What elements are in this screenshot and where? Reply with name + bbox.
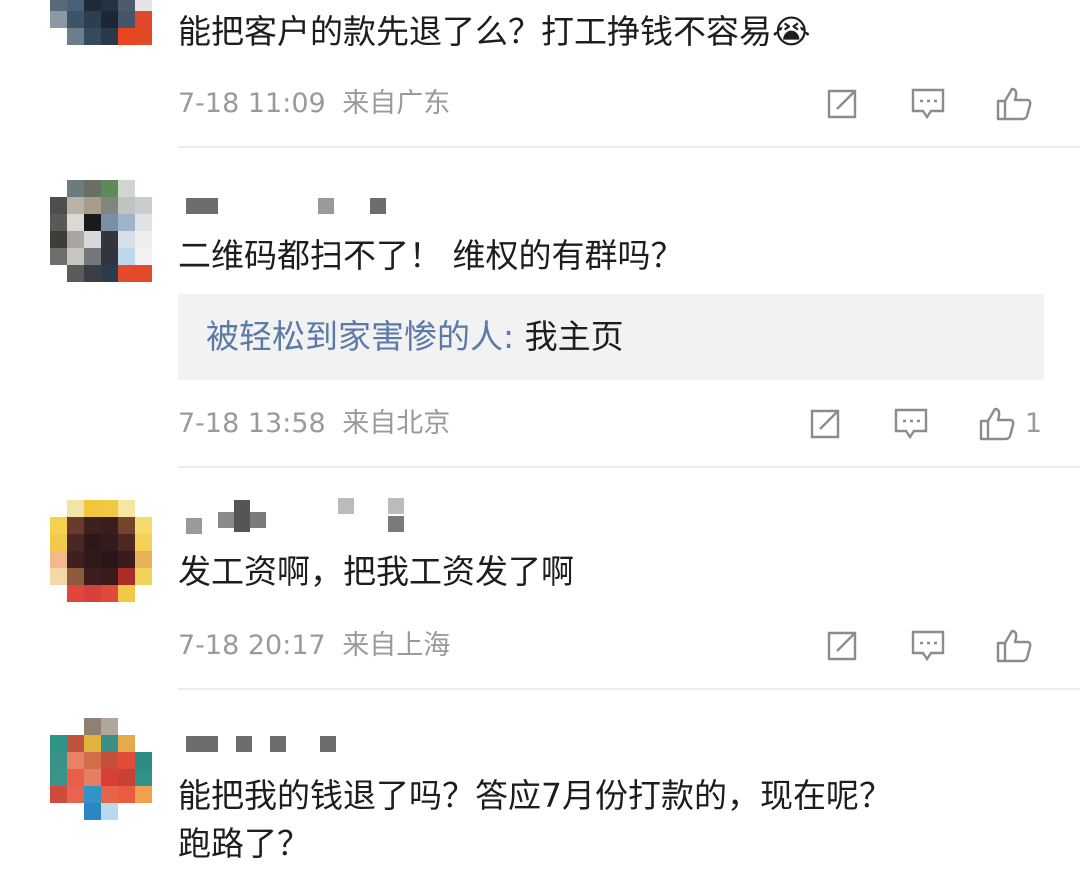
comment-location: 来自上海 — [342, 630, 451, 661]
avatar[interactable] — [50, 500, 152, 602]
reply-separator: : — [503, 317, 525, 356]
comment-time: 7-18 11:09 — [178, 88, 326, 119]
like-button[interactable] — [994, 84, 1042, 124]
comment-meta: 7-18 13:58 来自北京 — [178, 404, 450, 444]
comment-actions: 1 — [759, 404, 1042, 444]
reply-text: 我主页 — [524, 317, 624, 356]
reply-box[interactable]: 被轻松到家害惨的人: 我主页 — [178, 294, 1044, 380]
thumbs-up-icon[interactable] — [994, 84, 1034, 124]
comment-location: 来自北京 — [342, 408, 451, 439]
reply-author-link[interactable]: 被轻松到家害惨的人 — [206, 317, 503, 356]
comment-actions — [776, 626, 1042, 666]
thumbs-up-icon[interactable] — [977, 404, 1017, 444]
comment-text: 能把客户的款先退了么？打工挣钱不容易😭 — [178, 12, 811, 51]
comment-time: 7-18 13:58 — [178, 408, 326, 439]
comment-time: 7-18 20:17 — [178, 630, 326, 661]
comment-actions — [776, 84, 1042, 124]
repost-icon[interactable] — [822, 626, 862, 666]
avatar[interactable] — [50, 180, 152, 282]
comment-text: 二维码都扫不了！ 维权的有群吗？ — [178, 236, 684, 275]
comment-icon[interactable] — [891, 404, 931, 444]
comment-location: 来自广东 — [342, 88, 451, 119]
divider — [178, 466, 1080, 468]
like-button[interactable]: 1 — [977, 404, 1042, 444]
comment-meta: 7-18 11:09 来自广东 — [178, 84, 450, 124]
comment-text: 发工资啊，把我工资发了啊 — [178, 552, 574, 591]
repost-icon[interactable] — [822, 84, 862, 124]
avatar[interactable] — [50, 718, 152, 820]
comment-icon[interactable] — [908, 84, 948, 124]
repost-icon[interactable] — [805, 404, 845, 444]
thumbs-up-icon[interactable] — [994, 626, 1034, 666]
divider — [178, 688, 1080, 690]
comment-meta: 7-18 20:17 来自上海 — [178, 626, 450, 666]
reply-line: 被轻松到家害惨的人: 我主页 — [206, 313, 624, 361]
like-button[interactable] — [994, 626, 1042, 666]
divider — [178, 146, 1080, 148]
comment-icon[interactable] — [908, 626, 948, 666]
comment-text: 能把我的钱退了吗？答应7月份打款的，现在呢？ 跑路了？ — [178, 776, 892, 863]
like-count: 1 — [1024, 408, 1042, 439]
avatar[interactable] — [50, 0, 152, 62]
